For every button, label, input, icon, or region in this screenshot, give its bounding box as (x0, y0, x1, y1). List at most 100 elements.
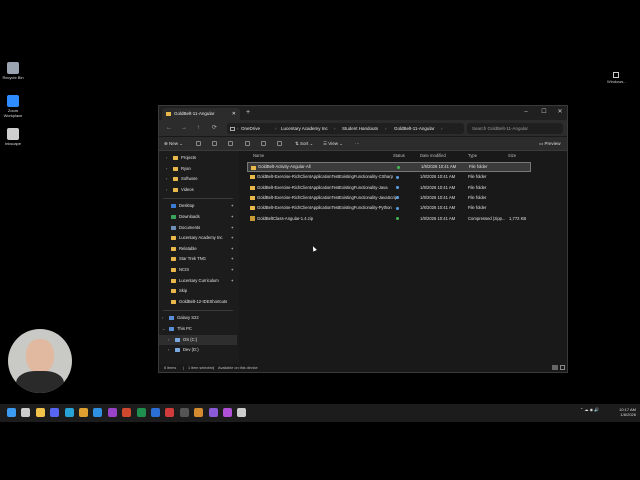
chevron-icon[interactable]: › (168, 345, 169, 355)
file-row[interactable]: GoldBeltClass-Angular-1.4.zip 1/8/2026 10… (247, 214, 531, 224)
title-bar: GoldBelt-11-Angular ✕ + – ☐ ✕ (159, 106, 567, 120)
onenote-icon[interactable] (107, 408, 117, 417)
sidebar-item[interactable]: Skip (159, 286, 237, 296)
tray-icons[interactable]: ⌃ ☁ ◉ 🔊 (580, 407, 599, 412)
chevron-icon[interactable]: › (166, 174, 167, 184)
chevron-icon[interactable]: › (166, 164, 167, 174)
column-header-size[interactable]: Size (508, 152, 516, 160)
pin-icon[interactable]: ✦ (231, 276, 234, 286)
breadcrumb-item[interactable]: Lucentary Academy Inc (281, 123, 328, 134)
monitor-icon (230, 126, 235, 131)
back-arrow-icon[interactable]: ← (166, 123, 172, 133)
sidebar-item[interactable]: › OS (C:) (159, 334, 237, 345)
sidebar-item[interactable]: › Software (159, 174, 237, 184)
chevron-icon[interactable]: › (166, 153, 167, 163)
file-row[interactable]: GoldBelt-Exercise-RichClientApplicationT… (247, 193, 531, 203)
search-icon[interactable] (21, 408, 31, 417)
word-icon[interactable] (151, 408, 160, 417)
sidebar-item[interactable]: NCIS ✦ (159, 265, 237, 275)
preview-button[interactable]: ▭ Preview (539, 137, 561, 150)
breadcrumb-item[interactable]: OneDrive (241, 123, 260, 134)
more-options-button[interactable]: ··· (355, 137, 360, 150)
excel-icon[interactable] (136, 408, 146, 417)
windows-start-icon[interactable] (7, 408, 16, 417)
up-arrow-icon[interactable]: ↑ (197, 123, 200, 133)
chevron-icon[interactable]: › (162, 313, 163, 323)
new-button[interactable]: ⊕ New ⌄ (164, 137, 183, 150)
sidebar-item[interactable]: › Galaxy S22 (159, 313, 237, 323)
pin-icon[interactable]: ✦ (231, 212, 234, 222)
file-explorer-icon[interactable] (35, 408, 45, 417)
column-header-date[interactable]: Date modified (420, 152, 446, 160)
pin-icon[interactable]: ✦ (231, 201, 234, 211)
file-date: 1/8/2026 10:41 AM (421, 164, 457, 169)
sidebar-item[interactable]: › Projects (159, 153, 237, 163)
sidebar-item[interactable]: GoldBelt-12-IDEShortcuts (159, 297, 237, 307)
chevron-icon[interactable]: › (168, 335, 169, 345)
file-row[interactable]: GoldBelt-Exercise-RichClientApplicationT… (247, 183, 531, 193)
chevron-icon[interactable]: ⌄ (162, 324, 165, 334)
minimize-button[interactable]: – (519, 106, 533, 118)
window-tab[interactable]: GoldBelt-11-Angular ✕ (162, 108, 240, 120)
clock[interactable]: 10:17 AM 1/8/2026 (606, 407, 636, 417)
delete-icon[interactable] (277, 141, 282, 146)
column-header-name[interactable]: Name (253, 152, 264, 160)
sidebar-item[interactable]: › Dev (D:) (159, 345, 237, 355)
rider-icon[interactable] (223, 408, 232, 417)
maximize-button[interactable]: ☐ (537, 106, 551, 118)
record-icon[interactable] (165, 408, 175, 417)
search-box[interactable]: Search GoldBelt-11-Angular (467, 123, 563, 134)
pin-icon[interactable]: ✦ (231, 244, 234, 254)
sidebar-item[interactable]: Downloads ✦ (159, 212, 237, 222)
sidebar-item[interactable]: Relatable ✦ (159, 244, 237, 254)
terminal-icon[interactable] (179, 408, 189, 417)
sidebar-item[interactable]: Desktop ✦ (159, 201, 237, 211)
breadcrumb-item[interactable]: GoldBelt-11-Angular (394, 123, 434, 134)
edge-icon[interactable] (64, 408, 74, 417)
cut-icon[interactable] (196, 141, 201, 146)
breadcrumb-item[interactable]: Student Handouts (342, 123, 378, 134)
copy-icon[interactable] (212, 141, 217, 146)
sidebar-item[interactable]: › Ryan (159, 164, 237, 174)
column-header-status[interactable]: Status (393, 152, 405, 160)
address-bar[interactable]: › OneDrive › Lucentary Academy Inc › Stu… (227, 123, 464, 134)
new-tab-button[interactable]: + (246, 108, 250, 118)
file-row[interactable]: GoldBelt-Exercise-RichClientApplicationT… (247, 203, 531, 213)
chat-icon[interactable] (50, 408, 60, 417)
view-button[interactable]: ☰ View ⌄ (323, 137, 343, 150)
visual-studio-icon[interactable] (208, 408, 218, 417)
search-input[interactable]: Search GoldBelt-11-Angular (472, 123, 528, 134)
file-row[interactable]: GoldBelt-Activity-Angular-All 1/8/2026 10… (247, 162, 531, 172)
close-button[interactable]: ✕ (553, 106, 567, 118)
forward-arrow-icon[interactable]: → (181, 123, 187, 133)
column-header-type[interactable]: Type (468, 152, 477, 160)
tiles-view-icon[interactable] (560, 365, 565, 370)
sidebar-item[interactable]: Lucentary Academy Inc ✦ (159, 233, 237, 243)
share-icon[interactable] (261, 141, 266, 146)
sidebar-item[interactable]: › Videos (159, 185, 237, 195)
vscode-icon[interactable] (93, 408, 103, 417)
close-tab-icon[interactable]: ✕ (232, 108, 236, 120)
paste-icon[interactable] (228, 141, 233, 146)
refresh-icon[interactable]: ⟳ (212, 123, 217, 133)
desktop-shortcut[interactable]: Zoom Workplace (0, 95, 28, 118)
powerpoint-icon[interactable] (122, 408, 132, 417)
sidebar-item[interactable]: ⌄ This PC (159, 324, 237, 334)
chevron-icon[interactable]: › (166, 185, 167, 195)
unity-icon[interactable] (237, 408, 247, 417)
desktop-shortcut[interactable]: Recycle Bin (0, 62, 28, 80)
desktop-shortcut[interactable]: Inkscape (0, 128, 28, 146)
sidebar-item[interactable]: Star Trek TNG ✦ (159, 254, 237, 264)
tools-icon[interactable] (194, 408, 204, 417)
chrome-icon[interactable] (79, 408, 88, 417)
file-row[interactable]: GoldBelt-Exercise-RichClientApplicationT… (247, 172, 531, 182)
details-view-icon[interactable] (552, 365, 558, 370)
pin-icon[interactable]: ✦ (231, 265, 234, 275)
sidebar-item[interactable]: Documents ✦ (159, 223, 237, 233)
pin-icon[interactable]: ✦ (231, 254, 234, 264)
pin-icon[interactable]: ✦ (231, 233, 234, 243)
sort-button[interactable]: ⇅ Sort ⌄ (295, 137, 313, 150)
sidebar-item[interactable]: Lucentary Curriculum ✦ (159, 276, 237, 286)
pin-icon[interactable]: ✦ (231, 223, 234, 233)
rename-icon[interactable] (245, 141, 250, 146)
